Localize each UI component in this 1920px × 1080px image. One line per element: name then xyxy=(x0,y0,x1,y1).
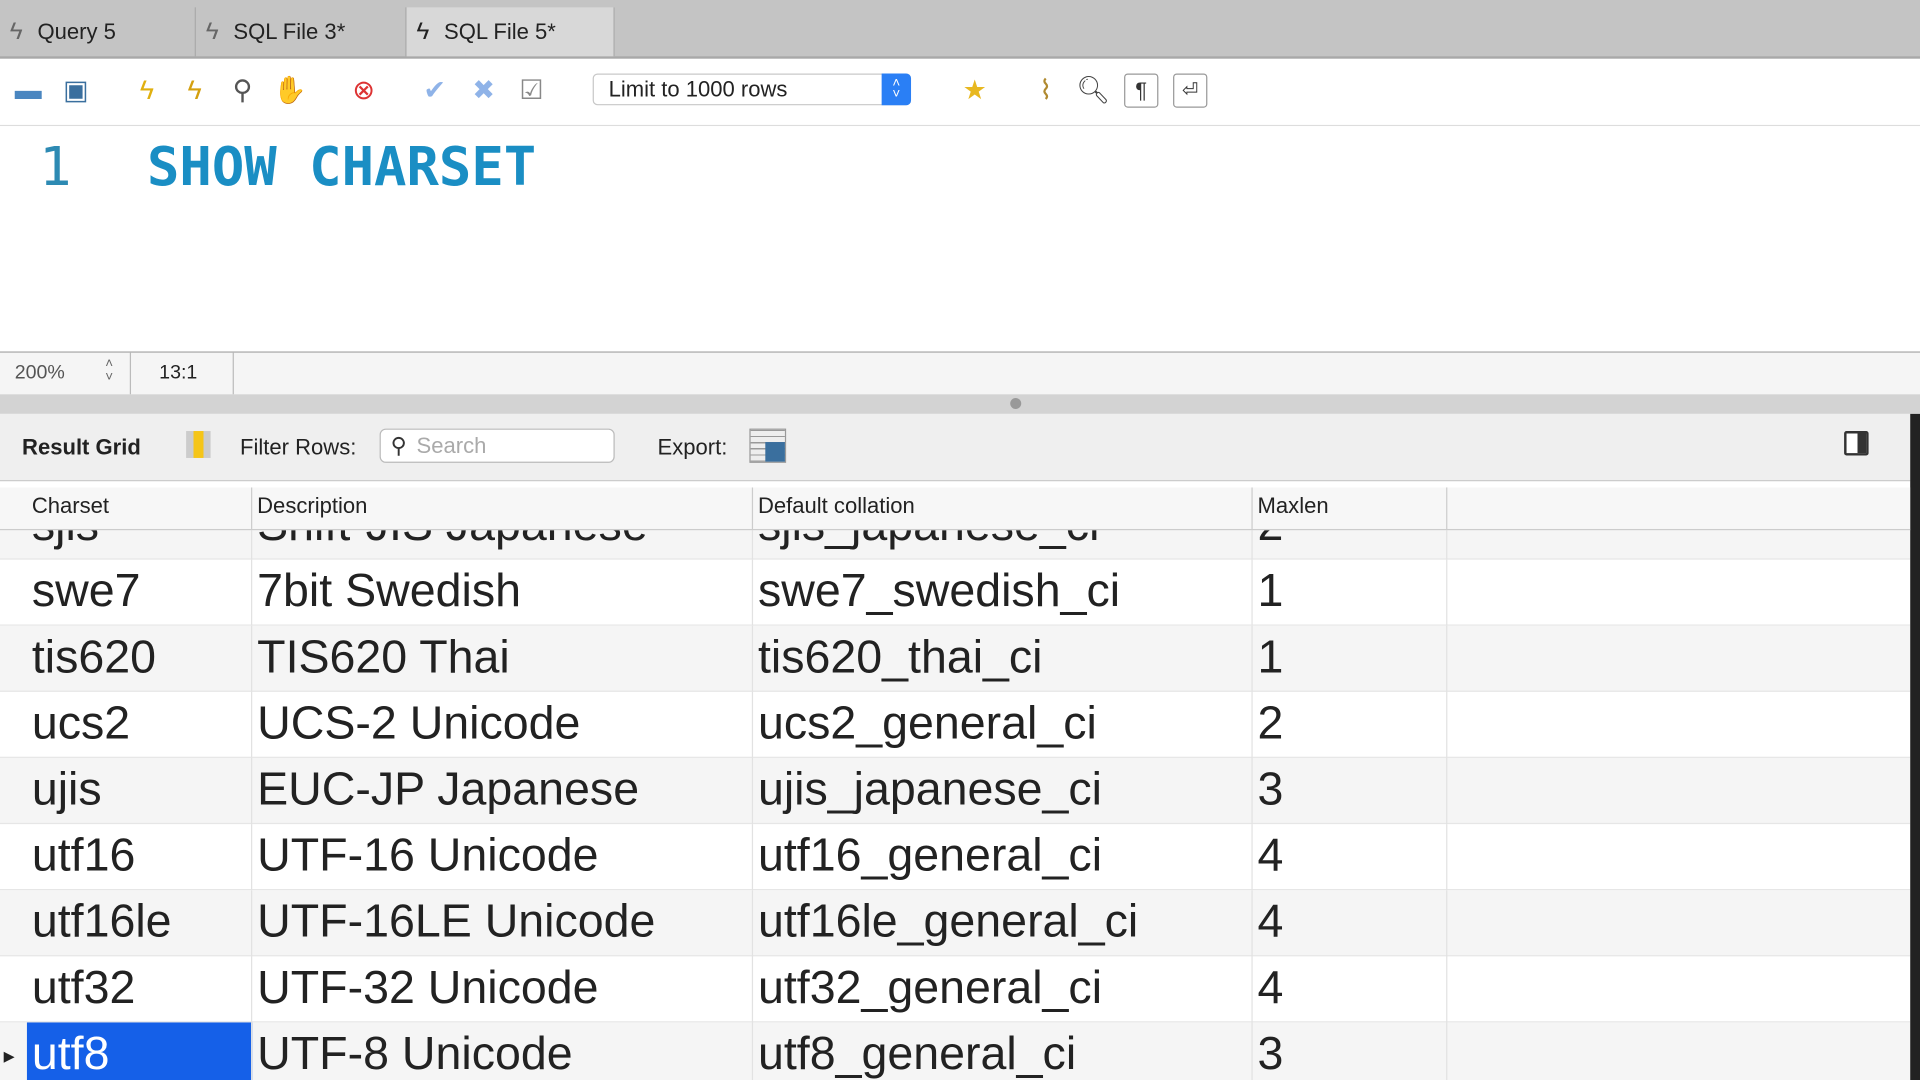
export-icon[interactable] xyxy=(749,428,787,463)
grid-cell[interactable]: ujis_japanese_ci xyxy=(753,757,1253,825)
result-toolbar: Result Grid Filter Rows: ⚲ Search Export: xyxy=(0,413,1911,482)
cursor-position: 13:1 xyxy=(130,352,234,395)
grid-cell[interactable]: utf32 xyxy=(27,956,253,1023)
beautify-broom-icon[interactable]: ⌇ xyxy=(1029,73,1063,107)
grid-cell[interactable]: utf8 xyxy=(26,1022,253,1080)
limit-value: Limit to 1000 rows xyxy=(608,76,788,102)
commit-icon[interactable]: ✔ xyxy=(418,73,452,107)
grid-cell[interactable]: TIS620 Thai xyxy=(252,625,754,692)
grid-cell[interactable]: swe7 xyxy=(27,559,253,626)
filter-rows-label: Filter Rows: xyxy=(240,434,357,460)
table-row[interactable]: ujis EUC-JP Japanese ujis_japanese_ci 3 xyxy=(0,757,1911,825)
grid-cell[interactable]: utf32_general_ci xyxy=(753,956,1253,1023)
column-header-charset[interactable]: Charset xyxy=(27,487,253,529)
grid-cell[interactable]: ucs2_general_ci xyxy=(753,691,1253,758)
grid-cell[interactable]: 7bit Swedish xyxy=(252,559,754,626)
tab-label: SQL File 3* xyxy=(233,18,346,44)
search-icon: ⚲ xyxy=(390,432,407,458)
tab-sql-file-3[interactable]: ϟ SQL File 3* xyxy=(196,7,407,57)
grid-cell[interactable]: 1 xyxy=(1253,625,1448,692)
add-snippet-star-icon[interactable]: ★ xyxy=(958,73,992,107)
grid-cell[interactable]: EUC-JP Japanese xyxy=(252,757,754,825)
zoom-level: 200% xyxy=(14,362,65,384)
grid-cell[interactable]: 2 xyxy=(1253,691,1448,758)
limit-rows-select[interactable]: Limit to 1000 rows ˄ ˅ xyxy=(592,73,912,106)
sql-code[interactable]: SHOW CHARSET xyxy=(147,136,536,198)
table-row[interactable]: ▸ utf8 UTF-8 Unicode utf8_general_ci 3 xyxy=(0,1022,1911,1080)
table-row[interactable]: ucs2 UCS-2 Unicode ucs2_general_ci 2 xyxy=(0,691,1911,758)
current-row-marker-icon: ▸ xyxy=(3,1043,15,1068)
column-header-maxlen[interactable]: Maxlen xyxy=(1253,487,1448,529)
execute-icon[interactable]: ϟ xyxy=(130,73,164,107)
window-edge xyxy=(1910,413,1920,1080)
stop-icon[interactable]: ✋ xyxy=(273,73,307,107)
toggle-panel-icon[interactable] xyxy=(1844,431,1869,456)
splitter[interactable] xyxy=(0,394,1920,414)
lightning-icon: ϟ xyxy=(9,17,23,45)
editor-status-bar: 200% ˄ ˅ 13:1 xyxy=(0,351,1920,395)
grid-cell[interactable]: 4 xyxy=(1253,890,1448,957)
tab-label: SQL File 5* xyxy=(443,18,556,44)
word-wrap-icon[interactable]: ⏎ xyxy=(1173,73,1208,108)
open-folder-icon[interactable]: ▬ xyxy=(11,73,45,107)
grid-cell[interactable]: utf16le xyxy=(27,890,253,957)
grid-cell[interactable]: UTF-16LE Unicode xyxy=(252,890,754,957)
lightning-icon: ϟ xyxy=(205,17,219,45)
stepper-arrows-icon[interactable]: ˄ ˅ xyxy=(105,357,113,385)
tab-query-5[interactable]: ϟ Query 5 xyxy=(0,7,196,57)
line-number: 1 xyxy=(39,135,72,199)
table-row[interactable]: tis620 TIS620 Thai tis620_thai_ci 1 xyxy=(0,625,1911,692)
grid-cell[interactable]: utf8_general_ci xyxy=(753,1022,1253,1080)
result-grid-icon[interactable] xyxy=(186,431,211,458)
grid-cell[interactable]: 4 xyxy=(1253,824,1448,891)
table-row[interactable]: utf32 UTF-32 Unicode utf32_general_ci 4 xyxy=(0,956,1911,1023)
sql-editor[interactable]: 1 SHOW CHARSET xyxy=(0,126,1920,352)
export-label: Export: xyxy=(657,434,728,460)
table-row[interactable]: utf16 UTF-16 Unicode utf16_general_ci 4 xyxy=(0,824,1911,891)
grid-cell[interactable]: swe7_swedish_ci xyxy=(753,559,1253,626)
grid-cell[interactable]: ujis xyxy=(27,757,253,825)
grid-cell[interactable]: tis620_thai_ci xyxy=(753,625,1253,692)
grid-cell[interactable]: 1 xyxy=(1253,559,1448,626)
grid-cell[interactable]: utf16le_general_ci xyxy=(753,890,1253,957)
cursor-position-text: 13:1 xyxy=(159,362,198,384)
mysql-workbench-window: ϟ Query 5 ϟ SQL File 3* ϟ SQL File 5* ▬ ▣ ϟ… xyxy=(0,0,1920,1080)
find-icon[interactable]: 🔍︎ xyxy=(1076,73,1110,107)
execute-current-icon[interactable]: ϟ xyxy=(178,73,212,107)
invisible-chars-icon[interactable]: ¶ xyxy=(1124,73,1159,108)
autocommit-icon[interactable]: ☑ xyxy=(514,73,548,107)
grid-cell[interactable]: tis620 xyxy=(27,625,253,692)
grid-cell[interactable]: utf16 xyxy=(27,824,253,891)
splitter-handle[interactable] xyxy=(1010,397,1022,409)
grid-cell[interactable]: UTF-16 Unicode xyxy=(252,824,754,891)
tab-sql-file-5[interactable]: ϟ SQL File 5* xyxy=(406,7,615,57)
explain-icon[interactable]: ⚲ xyxy=(225,73,259,107)
search-placeholder: Search xyxy=(416,432,487,458)
tab-label: Query 5 xyxy=(37,18,116,44)
table-row[interactable]: swe7 7bit Swedish swe7_swedish_ci 1 xyxy=(0,559,1911,626)
result-grid-label: Result Grid xyxy=(22,434,141,460)
save-icon[interactable]: ▣ xyxy=(59,73,93,107)
grid-cell[interactable]: 3 xyxy=(1253,757,1448,825)
grid-cell[interactable]: UCS-2 Unicode xyxy=(252,691,754,758)
chevron-updown-icon: ˄ ˅ xyxy=(881,73,912,106)
stop-on-error-icon[interactable]: ⊗ xyxy=(347,73,381,107)
grid-cell[interactable]: UTF-8 Unicode xyxy=(252,1022,754,1080)
column-header-default-collation[interactable]: Default collation xyxy=(753,487,1253,529)
table-row[interactable]: utf16le UTF-16LE Unicode utf16le_general_c… xyxy=(0,890,1911,957)
grid-cell[interactable]: ucs2 xyxy=(27,691,253,758)
tab-bar: ϟ Query 5 ϟ SQL File 3* ϟ SQL File 5* xyxy=(0,0,1920,59)
grid-cell[interactable]: 3 xyxy=(1253,1022,1448,1080)
rollback-icon[interactable]: ✖ xyxy=(467,73,501,107)
result-grid[interactable]: Charset Description Default collation Ma… xyxy=(0,487,1911,1080)
lightning-icon: ϟ xyxy=(416,17,430,45)
editor-toolbar: ▬ ▣ ϟ ϟ ⚲ ✋ ⊗ ✔ ✖ ☑ Limit to 1000 rows ˄ ˅… xyxy=(0,58,1920,127)
grid-header: Charset Description Default collation Ma… xyxy=(0,487,1911,531)
grid-cell[interactable]: 4 xyxy=(1253,956,1448,1023)
filter-search-input[interactable]: ⚲ Search xyxy=(379,428,615,463)
zoom-stepper[interactable]: 200% ˄ ˅ xyxy=(0,352,132,395)
column-header-description[interactable]: Description xyxy=(252,487,754,529)
grid-cell[interactable]: utf16_general_ci xyxy=(753,824,1253,891)
grid-cell[interactable]: UTF-32 Unicode xyxy=(252,956,754,1023)
